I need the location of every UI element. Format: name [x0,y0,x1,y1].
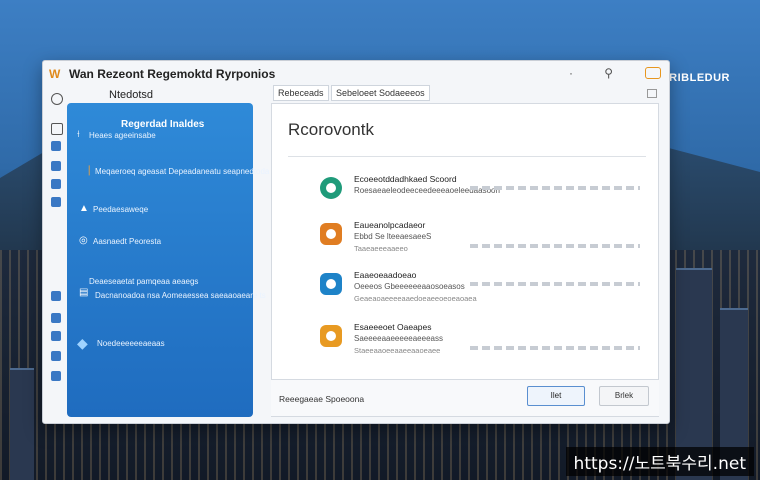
page-title: Rcorovontk [288,120,374,139]
back-button[interactable]: Brlek [599,386,649,406]
left-panel-item[interactable]: Peedaesaweqe [93,205,148,214]
step-detail: Geaeaoaeeeeaaedoeaeeoeoeaoaea [354,294,477,303]
left-panel-item[interactable]: Aasnaedt Peoresta [93,237,161,246]
step-description: Oeeeos Gbeeeeeeaaosoeasos [354,282,465,291]
nav-icon[interactable] [51,351,61,361]
left-panel-item[interactable]: Heaes ageeinsabe [89,131,156,140]
step-detail: Staeeaaoeeaaeeaaoeaee [354,346,441,355]
window-title: Wan Rezeont Regemoktd Ryrponios [69,67,276,81]
nav-icon[interactable] [51,141,61,151]
progress-dots [470,186,640,190]
app-window: W Wan Rezeont Regemoktd Ryrponios · ⚲ Nt… [42,60,670,424]
step-name: Eaueanolpcadaeor [354,220,426,230]
footer-bar: Reeegaeae Spoeoona Ilet Brlek [271,379,659,416]
status-icon [320,223,342,245]
nav-icon[interactable] [51,313,61,323]
watermark: https://노트북수리.net [565,447,754,476]
status-icon [320,177,342,199]
window-button[interactable] [645,67,661,79]
left-panel-item[interactable]: Dacnanoadoa nsa Aomeaessea saeaaoaeare t… [95,291,266,300]
progress-dots [470,346,640,350]
step-detail: Taaeaeeeaaeeo [354,244,408,253]
step-item[interactable]: Esaeeeoet Oaeapes Saeeeeaaeeeeeaeeeass S… [320,322,640,366]
tab-item[interactable]: Rebeceads [273,85,329,101]
nav-icon[interactable] [51,331,61,341]
brand-label: ERIBLEDUR [661,72,730,84]
skyline-tower [10,368,34,480]
main-panel: Rcorovontk Ecoeeotddadhkaed Scoord Roesa… [271,103,659,417]
left-panel-item[interactable]: Noedeeeeeeaeaas [97,339,165,348]
progress-dots [470,244,640,248]
diamond-icon: ◆ [77,335,88,351]
nav-icon[interactable] [51,291,61,301]
left-panel: Regerdad Inaldes ⟊ Heaes ageeinsabe ❘ Me… [67,103,269,417]
step-name: Eaaeoeaadoeao [354,270,417,280]
step-name: Esaeeeoet Oaeapes [354,322,432,332]
settings-icon[interactable] [51,123,63,135]
left-panel-title: Regerdad Inaldes [121,119,205,130]
left-panel-item[interactable]: Meqaeroeq ageasat Depeadaneatu seapnedto… [95,167,269,176]
step-description: Ebbd Se lteeaesaeeS [354,232,432,241]
cursor-icon: ▲ [79,203,89,214]
minimize-icon[interactable]: · [569,66,573,80]
step-item[interactable]: Ecoeeotddadhkaed Scoord Roesaeaeleodeece… [320,174,640,218]
step-item[interactable]: Eaueanolpcadaeor Ebbd Se lteeaesaeeS Taa… [320,220,640,264]
nav-icon[interactable] [51,179,61,189]
progress-dots [470,282,640,286]
pin-icon[interactable]: ⚲ [604,66,613,80]
app-logo-icon: W [49,67,61,81]
nav-icon[interactable] [51,371,61,381]
ok-button[interactable]: Ilet [527,386,585,406]
nav-icon[interactable] [51,161,61,171]
pin-icon: ⟊ [77,129,80,140]
status-icon [320,273,342,295]
info-icon: ◎ [79,235,88,246]
side-rail [47,91,65,413]
left-panel-item[interactable]: Deaeseaetat pamqeaa aeaegs [89,277,198,286]
step-description: Saeeeeaaeeeeeaeeeass [354,334,443,343]
footer-text: Reeegaeae Spoeoona [279,394,365,404]
file-icon: ▤ [79,287,89,298]
title-bar: W Wan Rezeont Regemoktd Ryrponios · ⚲ [43,61,669,87]
status-icon [320,325,342,347]
tab-item[interactable]: Sebeloeet Sodaeeeos [331,85,430,101]
divider [288,156,646,157]
menu-icon[interactable] [51,93,63,105]
nav-icon[interactable] [51,197,61,207]
tag-icon: ❘ [85,165,94,176]
step-name: Ecoeeotddadhkaed Scoord [354,174,457,184]
left-panel-header: Ntedotsd [109,89,154,101]
step-item[interactable]: Eaaeoeaadoeao Oeeeos Gbeeeeeeaaosoeasos … [320,270,640,314]
restore-icon[interactable] [647,89,657,98]
